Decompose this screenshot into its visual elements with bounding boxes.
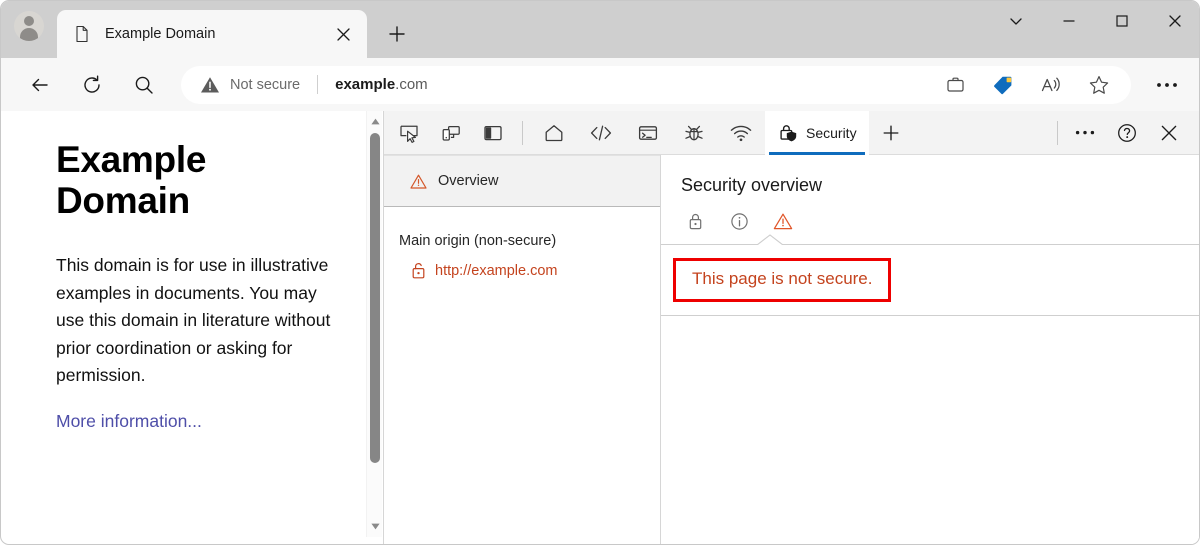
sidebar-item-label: Overview bbox=[438, 173, 499, 189]
url-host: example bbox=[335, 76, 396, 93]
new-tab-button[interactable] bbox=[379, 16, 415, 52]
network-wifi-icon bbox=[729, 122, 753, 144]
read-aloud-icon[interactable] bbox=[1033, 67, 1069, 103]
back-arrow-icon[interactable] bbox=[21, 66, 59, 104]
devtools-panel: Security Overview Main origin (non-secur… bbox=[383, 110, 1199, 544]
help-question-icon[interactable] bbox=[1108, 114, 1146, 152]
more-tools-icon[interactable] bbox=[873, 114, 909, 152]
avatar bbox=[14, 10, 44, 41]
close-tab-icon[interactable] bbox=[329, 20, 357, 48]
security-overview-title: Security overview bbox=[681, 175, 823, 195]
chevron-down-icon[interactable] bbox=[989, 1, 1042, 41]
page-viewport: Example Domain This domain is for use in… bbox=[10, 111, 382, 537]
security-status-icons bbox=[661, 196, 1199, 232]
page-content: Example Domain This domain is for use in… bbox=[10, 111, 366, 537]
tab-network[interactable] bbox=[717, 111, 765, 155]
origin-row[interactable]: http://example.com bbox=[384, 249, 660, 279]
tab-security[interactable]: Security bbox=[765, 110, 869, 155]
page-paragraph: This domain is for use in illustrative e… bbox=[56, 254, 331, 386]
maximize-icon[interactable] bbox=[1095, 1, 1148, 41]
security-state-label: Not secure bbox=[230, 76, 301, 93]
omnibox-actions bbox=[931, 67, 1131, 103]
not-secure-warning-icon bbox=[199, 74, 221, 96]
profile-button[interactable] bbox=[1, 1, 57, 58]
close-devtools-icon[interactable] bbox=[1150, 114, 1188, 152]
dock-side-icon[interactable] bbox=[474, 114, 512, 152]
devtools-body: Overview Main origin (non-secure) http:/… bbox=[384, 155, 1199, 544]
security-message: This page is not secure. bbox=[692, 269, 873, 288]
browser-tab[interactable]: Example Domain bbox=[57, 10, 367, 58]
settings-and-more-icon[interactable] bbox=[1147, 66, 1187, 104]
document-icon bbox=[73, 25, 91, 43]
toolbar-divider bbox=[522, 120, 523, 145]
shopping-tag-icon[interactable] bbox=[985, 67, 1021, 103]
tab-elements[interactable] bbox=[577, 111, 625, 155]
toolbar-right-divider bbox=[1057, 120, 1058, 145]
collections-icon[interactable] bbox=[937, 67, 973, 103]
tab-strip: Example Domain bbox=[1, 1, 1199, 58]
close-window-icon[interactable] bbox=[1148, 1, 1199, 41]
more-options-ellipsis-icon[interactable] bbox=[1066, 114, 1104, 152]
scrollbar-thumb[interactable] bbox=[370, 133, 380, 463]
device-emulation-icon[interactable] bbox=[432, 114, 470, 152]
navigation-bar: Not secure example.com bbox=[1, 58, 1199, 111]
browser-window: Example Domain Not secure example.com Ex… bbox=[0, 0, 1200, 545]
url-tld: .com bbox=[395, 76, 428, 93]
omnibox-divider bbox=[317, 75, 319, 94]
secure-lock-icon[interactable] bbox=[684, 210, 706, 232]
search-icon[interactable] bbox=[125, 66, 163, 104]
tab-security-label: Security bbox=[806, 124, 857, 141]
warning-triangle-icon bbox=[410, 173, 427, 190]
console-terminal-icon bbox=[637, 122, 659, 144]
info-circle-icon[interactable] bbox=[728, 210, 750, 232]
minimize-icon[interactable] bbox=[1042, 1, 1095, 41]
tab-sources[interactable] bbox=[671, 111, 717, 155]
scroll-down-arrow-icon[interactable] bbox=[367, 518, 382, 535]
devtools-toolbar: Security bbox=[384, 110, 1199, 155]
tab-title: Example Domain bbox=[105, 26, 216, 42]
selected-status-notch-icon bbox=[757, 234, 783, 245]
favorites-star-icon[interactable] bbox=[1081, 67, 1117, 103]
home-icon bbox=[543, 122, 565, 144]
page-title: Example Domain bbox=[56, 139, 207, 222]
security-lock-shield-icon bbox=[777, 122, 799, 144]
security-main: Security overview This page is not secur… bbox=[661, 155, 1199, 544]
devtools-toolbar-right bbox=[1047, 114, 1199, 152]
highlight-box: This page is not secure. bbox=[673, 258, 892, 302]
url-text: example.com bbox=[335, 76, 428, 93]
address-bar[interactable]: Not secure example.com bbox=[181, 65, 1131, 104]
refresh-icon[interactable] bbox=[73, 66, 111, 104]
status-divider bbox=[661, 234, 1199, 245]
more-information-link[interactable]: More information... bbox=[56, 411, 202, 431]
sidebar-item-overview[interactable]: Overview bbox=[384, 155, 660, 207]
debugger-bug-icon bbox=[683, 122, 705, 144]
inspect-element-icon[interactable] bbox=[390, 114, 428, 152]
security-sidebar: Overview Main origin (non-secure) http:/… bbox=[384, 155, 661, 544]
origin-link[interactable]: http://example.com bbox=[435, 263, 558, 279]
scroll-up-arrow-icon[interactable] bbox=[367, 113, 382, 130]
unlocked-padlock-icon bbox=[411, 262, 426, 279]
tab-console[interactable] bbox=[625, 111, 671, 155]
page-scrollbar[interactable] bbox=[366, 111, 382, 537]
tab-welcome[interactable] bbox=[531, 111, 577, 155]
security-message-row: This page is not secure. bbox=[661, 245, 1199, 316]
elements-code-icon bbox=[589, 122, 613, 144]
window-controls bbox=[989, 1, 1199, 58]
warning-triangle-icon-active[interactable] bbox=[772, 210, 794, 232]
origin-group-title: Main origin (non-secure) bbox=[399, 233, 557, 249]
